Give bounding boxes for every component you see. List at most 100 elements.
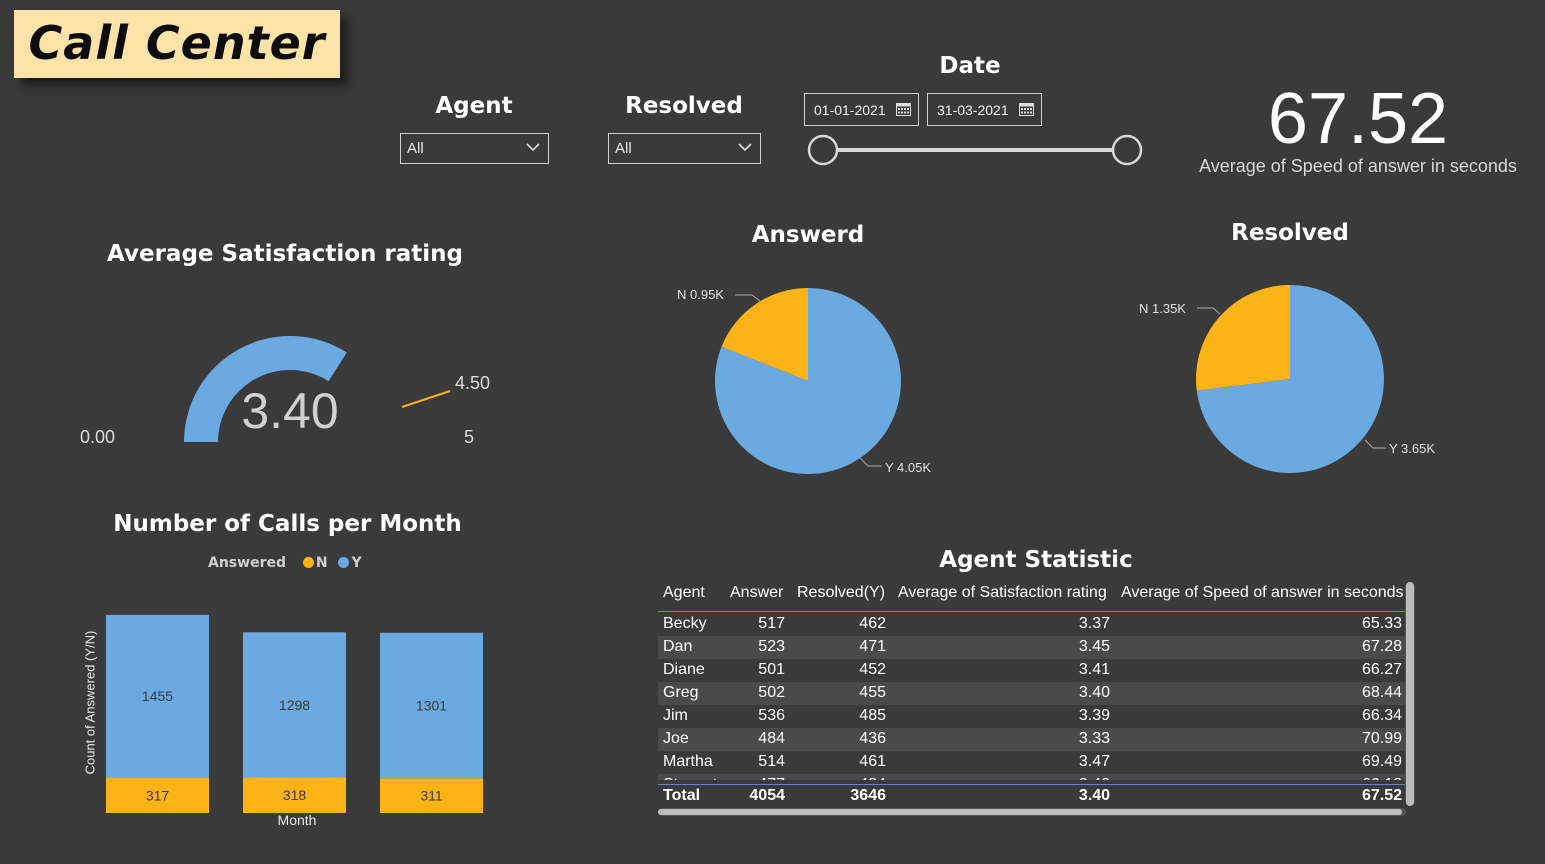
satisfaction-cell: 3.40 <box>1079 776 1110 780</box>
gauge-title: Average Satisfaction rating <box>107 241 463 267</box>
bar-data-label: 1301 <box>416 698 447 714</box>
horizontal-scrollbar[interactable] <box>658 808 1406 816</box>
agent-name-cell: Diane <box>663 661 705 678</box>
legend-title: Answered <box>208 555 286 571</box>
resolved-slicer-label: Resolved <box>625 93 743 119</box>
answered-pie-title: Answerd <box>751 222 865 248</box>
column-header-agent[interactable]: Agent <box>663 584 705 602</box>
date-slicer-label: Date <box>939 53 1001 79</box>
table-title: Agent Statistic <box>939 547 1133 573</box>
total-label: Total <box>663 787 701 804</box>
answer-cell: 517 <box>758 615 785 632</box>
horizontal-scrollbar-thumb[interactable] <box>658 809 1402 815</box>
answer-cell: 484 <box>758 730 785 747</box>
gauge-target-line <box>401 390 451 408</box>
column-header-resolved[interactable]: Resolved(Y) <box>797 584 885 602</box>
table-row[interactable]: Diane 501 452 3.41 66.27 <box>658 659 1406 682</box>
column-header-satisfaction[interactable]: Average of Satisfaction rating <box>898 584 1107 602</box>
calls-per-month-chart: 317 1455 318 1298 311 1301 <box>106 614 483 813</box>
agent-name-cell: Becky <box>663 615 707 632</box>
satisfaction-cell: 3.47 <box>1078 753 1110 770</box>
agent-statistic-table[interactable]: Agent Answer Resolved(Y) Average of Sati… <box>658 582 1418 816</box>
agent-dropdown-value: All <box>407 140 424 157</box>
bar-data-label: 1455 <box>142 688 173 704</box>
vertical-scrollbar[interactable] <box>1405 582 1415 806</box>
y-axis-label: Count of Answered (Y/N) <box>82 630 98 775</box>
table-row[interactable]: Joe 484 436 3.33 70.99 <box>658 728 1406 751</box>
total-resolved: 3646 <box>850 787 886 804</box>
pie-slice-n[interactable] <box>1196 285 1290 391</box>
column-header-speed[interactable]: Average of Speed of answer in seconds <box>1121 584 1404 602</box>
chevron-down-icon <box>526 143 540 152</box>
satisfaction-cell: 3.41 <box>1078 661 1110 678</box>
agent-name-cell: Jim <box>663 707 688 724</box>
answer-cell: 502 <box>758 684 785 701</box>
speed-cell: 70.99 <box>1361 730 1402 747</box>
page-title: Call Center <box>28 16 326 70</box>
end-date-value: 31-03-2021 <box>937 102 1009 118</box>
total-answer: 4054 <box>749 787 785 804</box>
resolved-cell: 471 <box>859 638 886 655</box>
resolved-cell: 485 <box>859 707 886 724</box>
agent-name-cell: Stewart <box>663 776 717 780</box>
resolved-cell: 424 <box>859 776 886 780</box>
total-speed: 67.52 <box>1361 787 1402 804</box>
agent-dropdown[interactable]: All <box>400 133 549 164</box>
resolved-cell: 452 <box>859 661 886 678</box>
bar-data-label: 1298 <box>279 697 310 713</box>
answer-cell: 501 <box>758 661 785 678</box>
pie-leader-line <box>1197 307 1221 315</box>
table-row[interactable]: Dan 523 471 3.45 67.28 <box>658 636 1406 659</box>
chevron-down-icon <box>738 143 752 152</box>
table-row[interactable]: Becky 517 462 3.37 65.33 <box>658 613 1406 636</box>
bar-data-label: 317 <box>146 787 170 803</box>
speed-cell: 65.33 <box>1361 615 1402 632</box>
legend-y-marker <box>338 557 350 568</box>
start-date-input[interactable]: 01-01-2021 <box>804 93 919 126</box>
pie-leader-line <box>735 294 761 302</box>
slider-end-handle[interactable] <box>1111 134 1143 166</box>
speed-cell: 69.49 <box>1361 753 1402 770</box>
column-header-answer[interactable]: Answer <box>730 584 783 602</box>
resolved-dropdown[interactable]: All <box>608 133 761 164</box>
bar-chart-legend: Answered N Y <box>208 555 362 571</box>
slider-start-handle[interactable] <box>807 134 839 166</box>
satisfaction-cell: 3.40 <box>1078 684 1110 701</box>
table-row[interactable]: Martha 514 461 3.47 69.49 <box>658 751 1406 774</box>
legend-n-marker <box>302 557 314 568</box>
satisfaction-cell: 3.37 <box>1078 615 1110 632</box>
agent-name-cell: Dan <box>663 638 693 655</box>
kpi-value: 67.52 <box>1267 79 1449 159</box>
resolved-pie-label-y: Y 3.65K <box>1389 441 1436 456</box>
legend-y-label: Y <box>351 555 362 571</box>
answered-pie-chart <box>715 288 901 474</box>
table-row[interactable]: Jim 536 485 3.39 66.34 <box>658 705 1406 728</box>
vertical-scrollbar-thumb[interactable] <box>1406 582 1414 806</box>
resolved-pie-chart <box>1196 285 1386 473</box>
start-date-value: 01-01-2021 <box>814 102 886 118</box>
resolved-cell: 455 <box>859 684 886 701</box>
end-date-input[interactable]: 31-03-2021 <box>927 93 1042 126</box>
pie-leader-line <box>1364 439 1386 449</box>
calendar-icon[interactable] <box>896 102 911 116</box>
satisfaction-cell: 3.33 <box>1078 730 1110 747</box>
calendar-icon[interactable] <box>1019 102 1034 116</box>
table-row[interactable]: Stewart 477 424 3.40 66.18 <box>658 774 1406 780</box>
gauge-min-label: 0.00 <box>80 427 116 447</box>
table-row[interactable]: Greg 502 455 3.40 68.44 <box>658 682 1406 705</box>
agent-name-cell: Martha <box>663 753 713 770</box>
answer-cell: 514 <box>758 753 785 770</box>
answer-cell: 523 <box>758 638 785 655</box>
resolved-cell: 462 <box>859 615 886 632</box>
resolved-dropdown-value: All <box>615 140 632 157</box>
table-body: Becky 517 462 3.37 65.33 Dan 523 471 3.45 67.28 Di… <box>658 613 1408 780</box>
speed-cell: 66.34 <box>1361 707 1402 724</box>
table-total-row: Total 4054 3646 3.40 67.52 <box>658 784 1406 807</box>
date-range-slider[interactable] <box>800 130 1150 170</box>
x-axis-label: Month <box>277 812 317 828</box>
resolved-pie-title: Resolved <box>1231 220 1349 246</box>
answered-pie-label-n: N 0.95K <box>677 287 724 302</box>
answer-cell: 536 <box>758 707 785 724</box>
speed-cell: 66.18 <box>1362 776 1402 780</box>
legend-n-label: N <box>315 555 328 571</box>
